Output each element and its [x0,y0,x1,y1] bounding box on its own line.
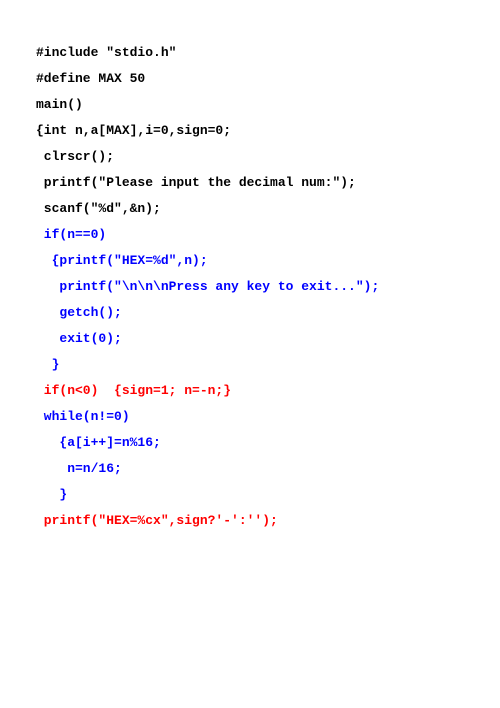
code-line: scanf("%d",&n); [36,196,470,222]
code-line: printf("HEX=%cx",sign?'-':''); [36,508,470,534]
code-line: clrscr(); [36,144,470,170]
code-line: exit(0); [36,326,470,352]
code-line: if(n==0) [36,222,470,248]
code-line: } [36,352,470,378]
code-line: main() [36,92,470,118]
code-line: printf("\n\n\nPress any key to exit...")… [36,274,470,300]
code-line: getch(); [36,300,470,326]
code-line: if(n<0) {sign=1; n=-n;} [36,378,470,404]
code-line: #include "stdio.h" [36,40,470,66]
code-line: } [36,482,470,508]
code-line: {printf("HEX=%d",n); [36,248,470,274]
code-line: {int n,a[MAX],i=0,sign=0; [36,118,470,144]
code-line: n=n/16; [36,456,470,482]
code-line: printf("Please input the decimal num:"); [36,170,470,196]
code-line: while(n!=0) [36,404,470,430]
code-page: #include "stdio.h" #define MAX 50 main()… [0,0,500,564]
code-line: {a[i++]=n%16; [36,430,470,456]
code-line: #define MAX 50 [36,66,470,92]
